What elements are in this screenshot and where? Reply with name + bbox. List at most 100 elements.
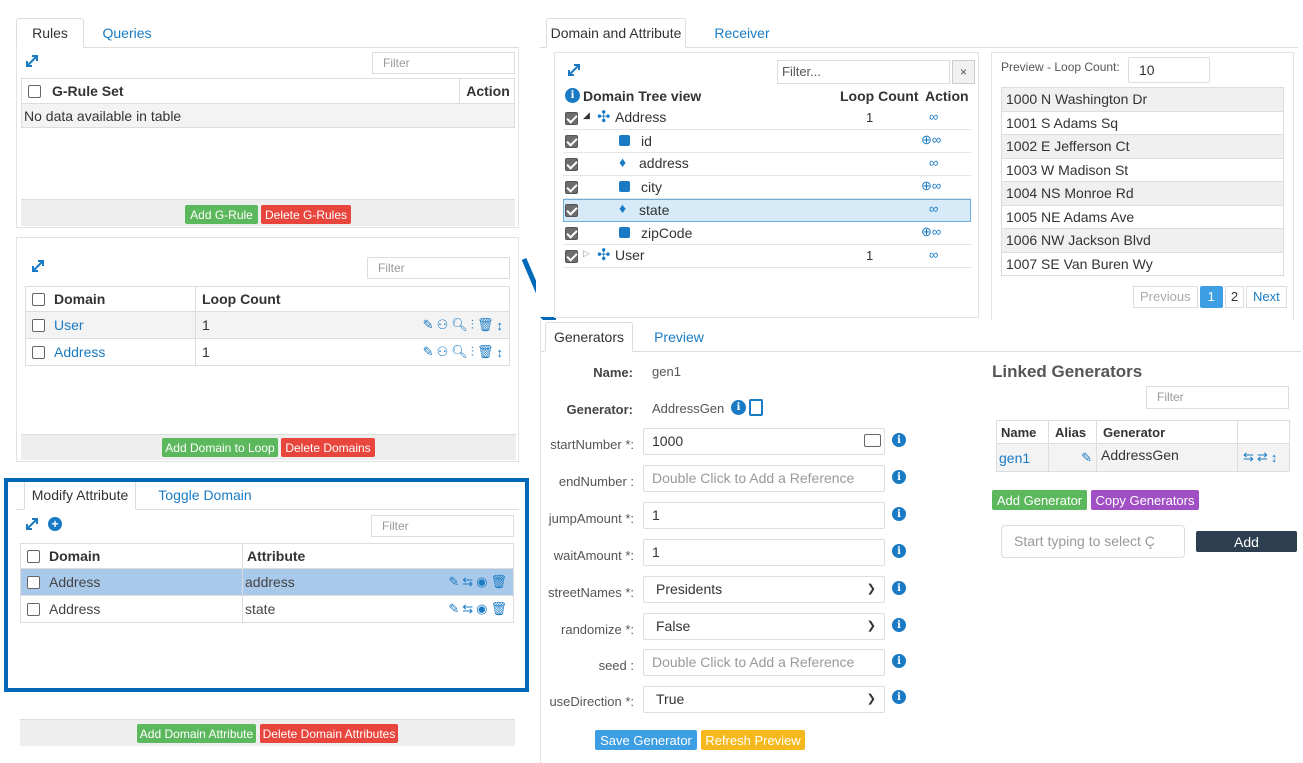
trash-icon[interactable]: 🗑︎ <box>477 344 494 360</box>
delete-domain-attributes-button[interactable]: Delete Domain Attributes <box>260 724 398 743</box>
copy-generators-button[interactable]: Copy Generators <box>1091 490 1199 510</box>
page-2-button[interactable]: 2 <box>1224 286 1245 308</box>
expand-tree-icon[interactable]: ▷ <box>583 248 590 259</box>
col-loop-count[interactable]: Loop Count <box>196 287 511 311</box>
trash-icon[interactable]: 🗑︎ <box>477 317 494 333</box>
loop-count-input[interactable]: 10 <box>1128 57 1210 83</box>
clear-filter-button[interactable]: × <box>952 60 975 84</box>
info-icon[interactable]: i <box>892 618 906 632</box>
tree-checkbox[interactable] <box>565 112 578 125</box>
search-icon[interactable]: 🔍︎ <box>451 317 468 333</box>
add-generator-button[interactable]: Add Generator <box>992 490 1087 510</box>
info-icon[interactable]: i <box>892 690 906 704</box>
tree-row-id[interactable]: id ⊕∞ <box>563 130 971 153</box>
add-circle-link-icon[interactable]: ⊕∞ <box>921 132 941 148</box>
wait-amount-input[interactable]: 1 <box>643 539 885 566</box>
row-checkbox[interactable] <box>26 312 50 338</box>
save-generator-button[interactable]: Save Generator <box>595 730 697 750</box>
next-page-button[interactable]: Next <box>1246 286 1287 308</box>
table-row[interactable]: Address 1 ✎ ⚇ 🔍︎ ⫶ 🗑︎ ↕ <box>25 339 510 366</box>
tab-queries[interactable]: Queries <box>91 18 163 47</box>
add-grule-button[interactable]: Add G-Rule <box>185 205 258 224</box>
tree-row-address-attr[interactable]: ♦ address ∞ <box>563 153 971 176</box>
info-icon[interactable]: i <box>892 654 906 668</box>
tree-checkbox[interactable] <box>565 250 578 263</box>
randomize-select[interactable]: False ❯ <box>643 613 885 640</box>
tab-rules[interactable]: Rules <box>16 18 84 48</box>
col-alias[interactable]: Alias <box>1049 421 1097 443</box>
tree-checkbox[interactable] <box>565 227 578 240</box>
tree-row-state[interactable]: ♦ state ∞ <box>563 199 971 222</box>
filter-input[interactable]: Filter <box>372 52 515 74</box>
info-icon[interactable]: i <box>892 544 906 558</box>
info-icon[interactable]: i <box>892 581 906 595</box>
sort-icon[interactable]: ↕ <box>1271 450 1278 465</box>
tree-row-address[interactable]: ◢ ✣ Address 1 ∞ <box>563 107 971 130</box>
generator-select-input[interactable]: Start typing to select Ç <box>1001 525 1185 558</box>
street-names-select[interactable]: Presidents ❯ <box>643 576 885 603</box>
info-icon[interactable]: i <box>565 88 580 103</box>
link-icon[interactable]: ∞ <box>929 201 938 216</box>
jump-amount-input[interactable]: 1 <box>643 502 885 529</box>
delete-domains-button[interactable]: Delete Domains <box>281 438 375 457</box>
tree-checkbox[interactable] <box>565 181 578 194</box>
col-generator[interactable]: Generator <box>1097 421 1238 443</box>
tree-filter-input[interactable]: Filter... <box>777 60 950 84</box>
tree-checkbox[interactable] <box>565 158 578 171</box>
col-action[interactable]: Action <box>460 79 516 103</box>
id-card-icon[interactable] <box>864 434 881 447</box>
expand-icon[interactable] <box>567 63 581 77</box>
users-icon[interactable]: ⚇ <box>437 344 449 360</box>
document-icon[interactable] <box>749 399 763 416</box>
add-circle-link-icon[interactable]: ⊕∞ <box>921 224 941 240</box>
add-circle-link-icon[interactable]: ⊕∞ <box>921 178 941 194</box>
search-icon[interactable]: 🔍︎ <box>451 344 468 360</box>
users-icon[interactable]: ⚇ <box>437 317 449 333</box>
tab-receiver[interactable]: Receiver <box>696 18 788 47</box>
linked-filter-input[interactable]: Filter <box>1146 386 1289 409</box>
swap-icon[interactable]: ⇄ <box>1257 449 1268 465</box>
page-1-button[interactable]: 1 <box>1199 286 1223 308</box>
add-button[interactable]: Add <box>1196 531 1297 552</box>
info-icon[interactable]: i <box>892 507 906 521</box>
sort-icon[interactable]: ↕ <box>497 318 504 333</box>
expand-icon[interactable] <box>25 54 39 68</box>
info-icon[interactable]: i <box>892 433 906 447</box>
info-icon[interactable]: i <box>731 400 746 415</box>
sliders-icon[interactable]: ⫶ <box>471 317 474 333</box>
tab-preview[interactable]: Preview <box>645 322 713 351</box>
select-all-checkbox[interactable] <box>22 79 46 103</box>
tree-row-zipcode[interactable]: zipCode ⊕∞ <box>563 222 971 245</box>
expand-icon[interactable] <box>31 259 45 273</box>
start-number-input[interactable]: 1000 <box>643 428 885 455</box>
delete-grules-button[interactable]: Delete G-Rules <box>261 205 351 224</box>
tree-row-user[interactable]: ▷ ✣ User 1 ∞ <box>563 245 971 268</box>
tab-domain-attribute[interactable]: Domain and Attribute <box>546 18 686 48</box>
collapse-icon[interactable]: ◢ <box>583 110 590 121</box>
tree-row-city[interactable]: city ⊕∞ <box>563 176 971 199</box>
previous-page-button[interactable]: Previous <box>1133 286 1198 308</box>
add-domain-to-loop-button[interactable]: Add Domain to Loop <box>162 438 278 457</box>
use-direction-select[interactable]: True ❯ <box>643 686 885 713</box>
col-domain[interactable]: Domain <box>50 287 196 311</box>
generator-name-link[interactable]: gen1 <box>997 444 1049 471</box>
refresh-preview-button[interactable]: Refresh Preview <box>701 730 805 750</box>
tree-checkbox[interactable] <box>565 204 578 217</box>
domain-link[interactable]: User <box>50 312 196 338</box>
sort-icon[interactable]: ↕ <box>497 345 504 360</box>
edit-icon[interactable]: ✎ <box>423 317 434 333</box>
toggle-icon[interactable]: ⇆ <box>1243 449 1254 465</box>
col-name[interactable]: Name <box>997 421 1049 443</box>
select-all-checkbox[interactable] <box>26 287 50 311</box>
link-icon[interactable]: ∞ <box>929 155 938 170</box>
col-grule-set[interactable]: G-Rule Set <box>46 79 460 103</box>
tab-generators[interactable]: Generators <box>545 322 633 352</box>
seed-input[interactable]: Double Click to Add a Reference <box>643 649 885 676</box>
link-icon[interactable]: ∞ <box>929 109 938 124</box>
table-row[interactable]: gen1 ✎ AddressGen ⇆ ⇄ ↕ <box>996 444 1290 472</box>
edit-icon[interactable]: ✎ <box>423 344 434 360</box>
link-icon[interactable]: ∞ <box>929 247 938 262</box>
table-row[interactable]: User 1 ✎ ⚇ 🔍︎ ⫶ 🗑︎ ↕ <box>25 312 510 339</box>
sliders-icon[interactable]: ⫶ <box>471 344 474 360</box>
end-number-input[interactable]: Double Click to Add a Reference <box>643 465 885 492</box>
